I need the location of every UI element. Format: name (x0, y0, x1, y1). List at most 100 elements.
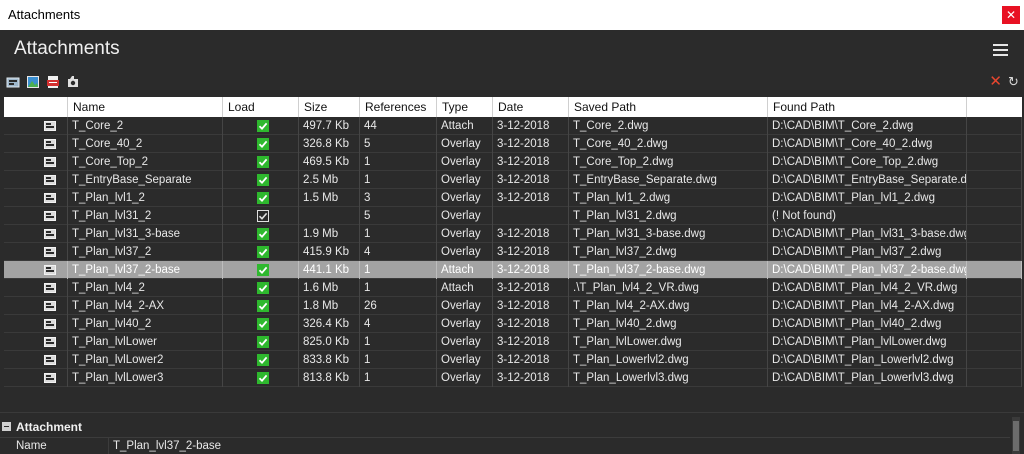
table-row[interactable]: T_Plan_lvlLower3 813.8 Kb 1 Overlay 3-12-201… (4, 369, 1022, 387)
column-header-load[interactable]: Load (223, 97, 299, 117)
cell-refs: 4 (360, 315, 437, 333)
dwg-reference-icon (44, 319, 56, 329)
property-value[interactable]: T_Plan_lvl37_2-base (113, 440, 221, 452)
load-checkbox[interactable] (257, 282, 269, 294)
cell-name: T_Plan_lvl31_2 (68, 207, 223, 225)
load-checkbox[interactable] (257, 372, 269, 384)
hamburger-icon[interactable] (993, 44, 1008, 56)
table-cell (967, 333, 1022, 351)
table-row[interactable]: T_Plan_lvl31_2 5 Overlay T_Plan_lvl31_2.dwg… (4, 207, 1022, 225)
attach-image-icon[interactable] (26, 75, 40, 89)
column-header-found-path[interactable]: Found Path (768, 97, 967, 117)
column-header-icon[interactable] (4, 97, 68, 117)
cell-saved: T_EntryBase_Separate.dwg (569, 171, 768, 189)
column-header-saved-path[interactable]: Saved Path (569, 97, 768, 117)
table-row[interactable]: T_Plan_lvl31_3-base 1.9 Mb 1 Overlay 3-12-20… (4, 225, 1022, 243)
load-checkbox[interactable] (257, 138, 269, 150)
dwg-reference-icon (44, 175, 56, 185)
table-cell (4, 297, 68, 315)
load-checkbox[interactable] (257, 120, 269, 132)
table-cell (4, 351, 68, 369)
table-row[interactable]: T_Plan_lvlLower2 833.8 Kb 1 Overlay 3-12-201… (4, 351, 1022, 369)
load-checkbox[interactable] (257, 300, 269, 312)
detach-icon[interactable]: ✕ (989, 74, 1002, 90)
table-row[interactable]: T_Core_2 497.7 Kb 44 Attach 3-12-2018 T_Core_… (4, 117, 1022, 135)
close-icon[interactable]: ✕ (1002, 6, 1020, 24)
load-checkbox[interactable] (257, 156, 269, 168)
cell-refs: 5 (360, 207, 437, 225)
cell-refs: 1 (360, 351, 437, 369)
load-checkbox[interactable] (257, 336, 269, 348)
table-row[interactable]: T_Plan_lvl37_2 415.9 Kb 4 Overlay 3-12-2018 T… (4, 243, 1022, 261)
refresh-icon[interactable]: ↻ (1008, 74, 1020, 89)
cell-refs: 1 (360, 279, 437, 297)
dwg-reference-icon (44, 301, 56, 311)
table-cell (967, 189, 1022, 207)
table-cell (967, 135, 1022, 153)
load-checkbox[interactable] (257, 192, 269, 204)
table-row[interactable]: T_Plan_lvl37_2-base 441.1 Kb 1 Attach 3-12-2… (4, 261, 1022, 279)
cell-size: 326.8 Kb (299, 135, 360, 153)
cell-type: Overlay (437, 135, 493, 153)
cell-found: D:\CAD\BIM\T_Plan_lvl1_2.dwg (768, 189, 967, 207)
dwg-reference-icon (44, 247, 56, 257)
table-row[interactable]: T_EntryBase_Separate 2.5 Mb 1 Overlay 3-12-2… (4, 171, 1022, 189)
cell-name: T_Plan_lvlLower (68, 333, 223, 351)
column-header-size[interactable]: Size (299, 97, 360, 117)
cell-size: 497.7 Kb (299, 117, 360, 135)
column-header-type[interactable]: Type (437, 97, 493, 117)
dwg-reference-icon (44, 157, 56, 167)
attach-pdf-icon[interactable] (46, 75, 60, 89)
cell-type: Overlay (437, 297, 493, 315)
cell-date: 3-12-2018 (493, 225, 569, 243)
load-checkbox[interactable] (257, 264, 269, 276)
properties-panel: Attachment Name T_Plan_lvl37_2-base (0, 412, 1024, 454)
cell-type: Overlay (437, 243, 493, 261)
cell-type: Overlay (437, 315, 493, 333)
load-checkbox[interactable] (257, 174, 269, 186)
attach-dwg-icon[interactable] (6, 75, 20, 89)
table-cell (4, 333, 68, 351)
dwg-reference-icon (44, 211, 56, 221)
panel-section-header[interactable]: Attachment (0, 419, 1024, 435)
cell-name: T_Plan_lvl40_2 (68, 315, 223, 333)
table-cell (4, 117, 68, 135)
table-row[interactable]: T_Plan_lvl4_2-AX 1.8 Mb 26 Overlay 3-12-2018… (4, 297, 1022, 315)
attachments-table: Name Load Size References Type Date Save… (4, 97, 1022, 397)
cell-size (299, 207, 360, 225)
cell-refs: 1 (360, 261, 437, 279)
cell-date: 3-12-2018 (493, 135, 569, 153)
cell-refs: 3 (360, 189, 437, 207)
collapse-icon[interactable] (2, 422, 11, 431)
column-header-date[interactable]: Date (493, 97, 569, 117)
load-checkbox[interactable] (257, 246, 269, 258)
column-header-references[interactable]: References (360, 97, 437, 117)
table-row[interactable]: T_Plan_lvl4_2 1.6 Mb 1 Attach 3-12-2018 .\T_P… (4, 279, 1022, 297)
load-checkbox[interactable] (257, 210, 269, 222)
cell-name: T_Plan_lvl4_2 (68, 279, 223, 297)
cell-size: 1.5 Mb (299, 189, 360, 207)
load-checkbox[interactable] (257, 354, 269, 366)
table-cell (967, 243, 1022, 261)
load-checkbox[interactable] (257, 318, 269, 330)
cell-size: 415.9 Kb (299, 243, 360, 261)
dwg-reference-icon (44, 139, 56, 149)
attach-underlay-icon[interactable] (66, 75, 80, 89)
cell-refs: 44 (360, 117, 437, 135)
load-checkbox[interactable] (257, 228, 269, 240)
dwg-reference-icon (44, 121, 56, 131)
table-cell (4, 315, 68, 333)
cell-date: 3-12-2018 (493, 243, 569, 261)
table-row[interactable]: T_Core_40_2 326.8 Kb 5 Overlay 3-12-2018 T_Co… (4, 135, 1022, 153)
cell-size: 326.4 Kb (299, 315, 360, 333)
table-row[interactable]: T_Plan_lvl40_2 326.4 Kb 4 Overlay 3-12-2018 T… (4, 315, 1022, 333)
column-header-name[interactable]: Name (68, 97, 223, 117)
table-row[interactable]: T_Plan_lvl1_2 1.5 Mb 3 Overlay 3-12-2018 T_Pl… (4, 189, 1022, 207)
cell-found: D:\CAD\BIM\T_Plan_lvlLower.dwg (768, 333, 967, 351)
table-row[interactable]: T_Core_Top_2 469.5 Kb 1 Overlay 3-12-2018 T_C… (4, 153, 1022, 171)
cell-date: 3-12-2018 (493, 279, 569, 297)
table-row[interactable]: T_Plan_lvlLower 825.0 Kb 1 Overlay 3-12-2018… (4, 333, 1022, 351)
cell-found: D:\CAD\BIM\T_Plan_lvl31_3-base.dwg (768, 225, 967, 243)
panel-scrollbar[interactable] (1012, 417, 1020, 454)
cell-date: 3-12-2018 (493, 297, 569, 315)
